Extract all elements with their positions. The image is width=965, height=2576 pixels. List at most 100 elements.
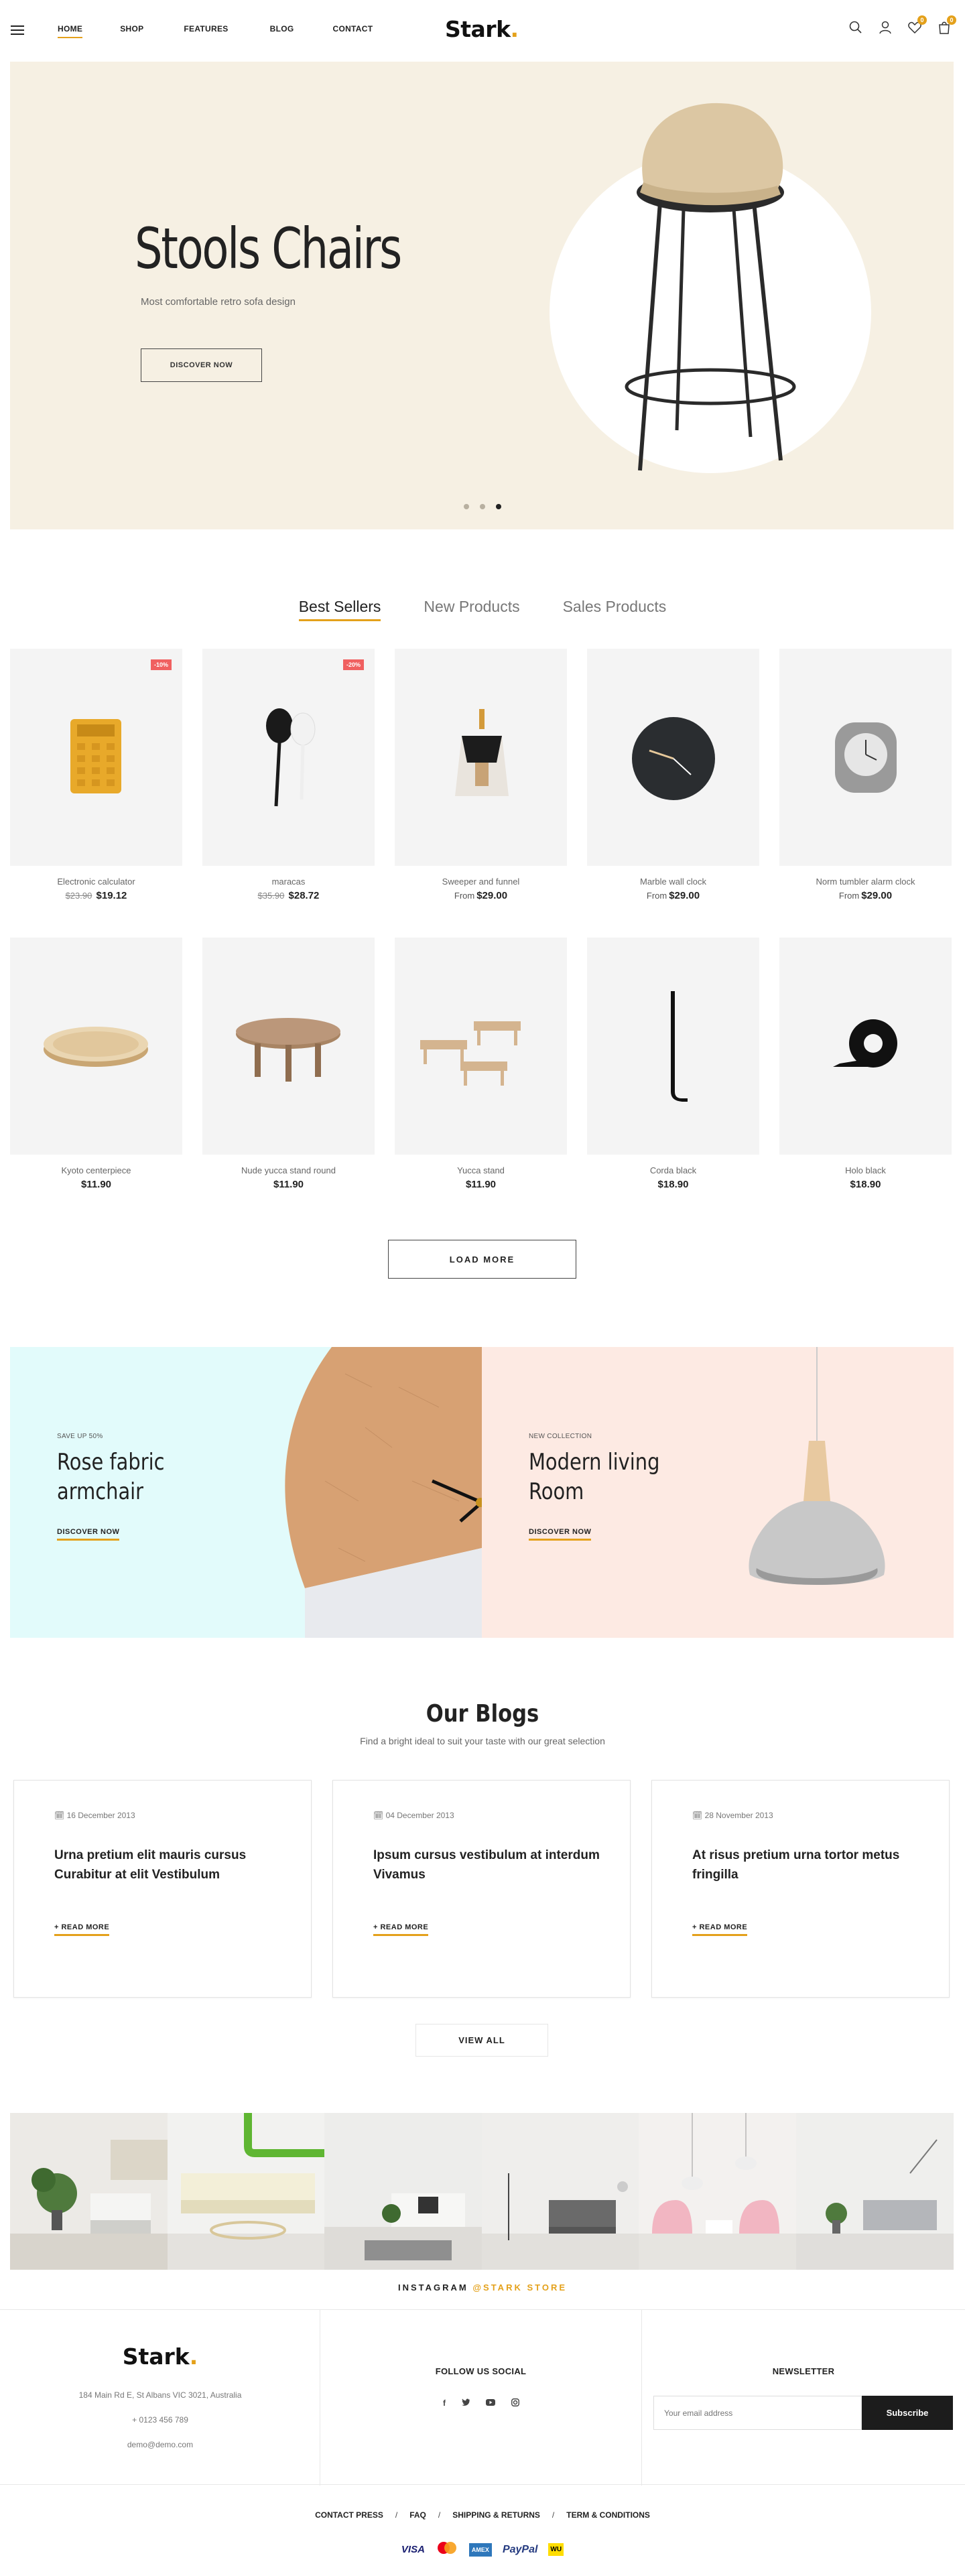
- blogs-subtitle: Find a bright ideal to suit your taste w…: [360, 1736, 605, 1746]
- banner-discover-link[interactable]: DISCOVER NOW: [57, 1528, 120, 1541]
- slider-dot[interactable]: [480, 504, 485, 509]
- product-card[interactable]: Marble wall clock From $29.00: [587, 649, 759, 901]
- nav-features[interactable]: FEATURES: [184, 24, 228, 34]
- footer-link-contact-press[interactable]: CONTACT PRESS: [315, 2510, 383, 2520]
- footer-link-faq[interactable]: FAQ: [409, 2510, 426, 2520]
- footer-link-shipping[interactable]: SHIPPING & RETURNS: [452, 2510, 540, 2520]
- product-name[interactable]: Sweeper and funnel: [395, 877, 567, 887]
- separator: /: [395, 2510, 398, 2520]
- header-icons: 0 0: [848, 15, 956, 35]
- product-name[interactable]: Nude yucca stand round: [202, 1165, 375, 1175]
- product-card[interactable]: Corda black $18.90: [587, 938, 759, 1190]
- product-card[interactable]: Norm tumbler alarm clock From $29.00: [779, 649, 952, 901]
- twitter-icon[interactable]: [462, 2398, 470, 2408]
- slider-dot-active[interactable]: [496, 504, 501, 509]
- product-name[interactable]: Marble wall clock: [587, 877, 759, 887]
- product-image[interactable]: [395, 938, 567, 1155]
- banner-living-room[interactable]: NEW COLLECTION Modern living Room DISCOVE…: [482, 1347, 954, 1638]
- product-image[interactable]: [202, 938, 375, 1155]
- product-price: $35.90 $28.72: [257, 890, 320, 901]
- search-icon[interactable]: [848, 20, 863, 35]
- bag-icon[interactable]: 0: [937, 15, 956, 35]
- payment-methods: VISA AMEX PayPal WU: [0, 2541, 965, 2558]
- banner-kicker: NEW COLLECTION: [529, 1433, 592, 1440]
- instagram-icon[interactable]: [511, 2398, 519, 2408]
- newsletter-email-input[interactable]: [653, 2396, 862, 2430]
- product-card[interactable]: Yucca stand $11.90: [395, 938, 567, 1190]
- footer-link-terms[interactable]: TERM & CONDITIONS: [566, 2510, 650, 2520]
- blog-card[interactable]: 🗓 16 December 2013 Urna pretium elit mau…: [13, 1780, 312, 1998]
- instagram-tile[interactable]: [167, 2113, 325, 2270]
- youtube-icon[interactable]: [486, 2398, 495, 2408]
- read-more-link[interactable]: + READ MORE: [54, 1923, 110, 1936]
- product-price: $18.90: [657, 1179, 689, 1190]
- sale-badge: -20%: [342, 659, 364, 670]
- product-image[interactable]: [587, 938, 759, 1155]
- footer-logo[interactable]: Stark.: [0, 2343, 320, 2370]
- footer: Stark. 184 Main Rd E, St Albans VIC 3021…: [0, 2309, 965, 2486]
- nav-home[interactable]: HOME: [58, 24, 83, 38]
- slider-dot[interactable]: [464, 504, 469, 509]
- hero-subtitle: Most comfortable retro sofa design: [141, 296, 296, 308]
- blog-title[interactable]: At risus pretium urna tortor metus fring…: [692, 1846, 920, 1884]
- facebook-icon[interactable]: f: [443, 2398, 446, 2408]
- product-image[interactable]: [587, 649, 759, 866]
- instagram-tile[interactable]: [481, 2113, 639, 2270]
- product-card[interactable]: Holo black $18.90: [779, 938, 952, 1190]
- product-card[interactable]: -10% Electronic calculator $23.90 $19.12: [10, 649, 182, 901]
- user-icon[interactable]: [878, 20, 893, 35]
- product-image[interactable]: [10, 938, 182, 1155]
- view-all-button[interactable]: VIEW ALL: [415, 2024, 548, 2057]
- blog-title[interactable]: Ipsum cursus vestibulum at interdum Viva…: [373, 1846, 601, 1884]
- product-card[interactable]: Sweeper and funnel From $29.00: [395, 649, 567, 901]
- product-name[interactable]: Corda black: [587, 1165, 759, 1175]
- product-image[interactable]: [779, 938, 952, 1155]
- footer-email[interactable]: demo@demo.com: [0, 2440, 320, 2449]
- instagram-label[interactable]: INSTAGRAM @STARK STORE: [0, 2282, 965, 2293]
- menu-icon[interactable]: [11, 25, 24, 35]
- product-image[interactable]: -10%: [10, 649, 182, 866]
- read-more-link[interactable]: + READ MORE: [692, 1923, 748, 1936]
- read-more-link[interactable]: + READ MORE: [373, 1923, 429, 1936]
- tab-best-sellers[interactable]: Best Sellers: [298, 598, 381, 621]
- instagram-tile[interactable]: [639, 2113, 796, 2270]
- product-image[interactable]: -20%: [202, 649, 375, 866]
- product-price: $18.90: [850, 1179, 881, 1190]
- product-name[interactable]: Holo black: [779, 1165, 952, 1175]
- instagram-tile[interactable]: [10, 2113, 168, 2270]
- social-heading: FOLLOW US SOCIAL: [435, 2366, 527, 2376]
- product-card[interactable]: -20% maracas $35.90 $28.72: [202, 649, 375, 901]
- product-price: From $29.00: [838, 890, 893, 901]
- footer-links: CONTACT PRESS / FAQ / SHIPPING & RETURNS…: [0, 2510, 965, 2520]
- tab-sales-products[interactable]: Sales Products: [563, 598, 667, 620]
- product-card[interactable]: Kyoto centerpiece $11.90: [10, 938, 182, 1190]
- product-image[interactable]: [395, 649, 567, 866]
- amex-icon: AMEX: [468, 2542, 492, 2557]
- nav-shop[interactable]: SHOP: [120, 24, 143, 34]
- product-name[interactable]: maracas: [202, 877, 375, 887]
- product-image[interactable]: [779, 649, 952, 866]
- nav-blog[interactable]: BLOG: [270, 24, 294, 34]
- subscribe-button[interactable]: Subscribe: [862, 2396, 953, 2430]
- banner-armchair[interactable]: SAVE UP 50% Rose fabric armchair DISCOVER…: [10, 1347, 482, 1638]
- product-name[interactable]: Kyoto centerpiece: [10, 1165, 182, 1175]
- banner-discover-link[interactable]: DISCOVER NOW: [529, 1528, 592, 1541]
- blog-card[interactable]: 🗓 28 November 2013 At risus pretium urna…: [651, 1780, 950, 1998]
- heart-icon[interactable]: 0: [907, 15, 927, 35]
- instagram-tile[interactable]: [324, 2113, 482, 2270]
- load-more-button[interactable]: LOAD MORE: [388, 1240, 576, 1279]
- product-card[interactable]: Nude yucca stand round $11.90: [202, 938, 375, 1190]
- site-logo[interactable]: Stark.: [445, 16, 519, 42]
- blog-title[interactable]: Urna pretium elit mauris cursus Curabitu…: [54, 1846, 282, 1884]
- instagram-tile[interactable]: [795, 2113, 954, 2270]
- discover-now-button[interactable]: DISCOVER NOW: [141, 348, 262, 382]
- blog-card[interactable]: 🗓 04 December 2013 Ipsum cursus vestibul…: [332, 1780, 631, 1998]
- banner-title: Modern living Room: [529, 1449, 660, 1505]
- tab-new-products[interactable]: New Products: [424, 598, 519, 620]
- footer-address: 184 Main Rd E, St Albans VIC 3021, Austr…: [78, 2390, 242, 2400]
- product-name[interactable]: Electronic calculator: [10, 877, 182, 887]
- product-name[interactable]: Norm tumbler alarm clock: [779, 877, 952, 887]
- product-name[interactable]: Yucca stand: [395, 1165, 567, 1175]
- nav-contact[interactable]: CONTACT: [332, 24, 373, 34]
- western-union-icon: WU: [548, 2543, 564, 2556]
